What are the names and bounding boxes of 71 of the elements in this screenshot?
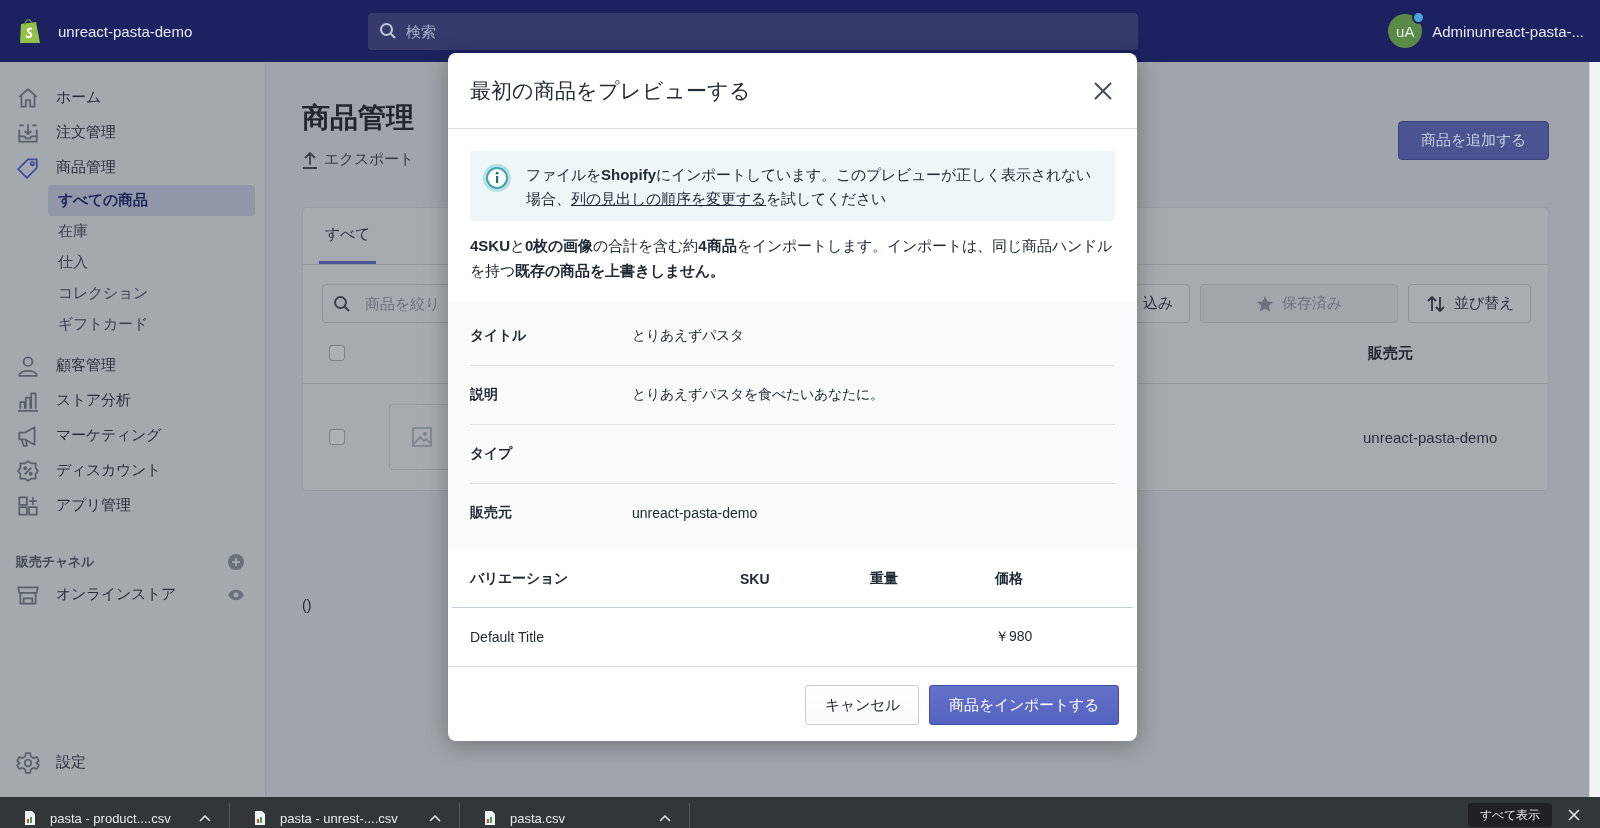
search-icon [333, 294, 351, 313]
field-value: とりあえずパスタを食べたいあなたに。 [632, 386, 885, 404]
checkbox[interactable] [329, 429, 345, 445]
page-title: 商品管理 [302, 101, 414, 135]
settings-icon [16, 750, 40, 775]
notification-dot [1412, 11, 1426, 24]
file-icon [24, 810, 36, 826]
table-cell-text: unreact-pasta-demo [1363, 428, 1499, 446]
column-header: バリエーション [470, 569, 569, 588]
nav-item[interactable]: 商品管理 [16, 150, 255, 185]
field-label: 説明 [470, 386, 499, 404]
shopping-bag-icon[interactable] [18, 17, 42, 45]
nav-item[interactable]: 顧客管理 [16, 348, 255, 383]
nav-subitem[interactable]: 仕入 [48, 247, 255, 278]
nav-item[interactable]: アプリ管理 [16, 488, 255, 523]
info-message: ファイルをShopifyにインポートしています。このプレビューが正しく表示されない場合、列の見出しの順序を変更する を試してください [526, 165, 1092, 209]
nav-item[interactable]: オンラインストア [16, 577, 176, 612]
nav-item[interactable]: 注文管理 [16, 115, 255, 150]
star-icon [1256, 294, 1274, 313]
field-label: タイトル [470, 327, 527, 345]
search-field[interactable]: 検索 [368, 12, 1138, 50]
download-item[interactable]: pasta - product....csv [0, 803, 230, 828]
file-icon [254, 810, 266, 826]
nav-item[interactable]: ストア分析 [16, 383, 255, 418]
column-header: 価格 [995, 569, 1024, 588]
download-item[interactable]: pasta.csv [460, 803, 690, 828]
image-icon [411, 426, 433, 448]
download-item[interactable]: pasta - unrest-....csv [230, 803, 460, 828]
caret-icon[interactable] [199, 814, 211, 822]
nav-subitem[interactable]: ギフトカード [48, 309, 255, 340]
column-header: 重量 [870, 569, 899, 588]
field-label: 販売元 [470, 504, 513, 522]
import-summary: 4SKUと0枚の画像の合計を含む約4商品をインポートします。インポートは、同じ商品ハンドルを持つ既存の商品を上書きしません。 [470, 236, 1113, 281]
field-label: タイプ [470, 445, 514, 463]
link[interactable]: 列の見出しの順序を変更する [571, 190, 766, 207]
export-link[interactable]: エクスポート [302, 150, 414, 169]
dialog-title: 最初の商品をプレビューする [470, 77, 751, 104]
info-icon [482, 163, 512, 193]
field-value: とりあえずパスタ [632, 327, 745, 345]
caret-icon[interactable] [659, 814, 671, 822]
close-icon[interactable] [1568, 809, 1580, 821]
avatar[interactable]: uA [1388, 14, 1423, 48]
import-button[interactable]: 商品をインポートする [929, 685, 1119, 725]
scrollbar[interactable] [1589, 62, 1600, 797]
nav-subitem[interactable]: 在庫 [48, 216, 255, 247]
table-cell-text: Default Title [470, 629, 545, 645]
search-icon [379, 22, 397, 40]
nav-item[interactable]: マーケティング [16, 418, 255, 453]
table-cell-text: ￥980 [995, 628, 1034, 646]
sort-icon [1425, 294, 1446, 313]
section-heading: 販売チャネル [16, 553, 94, 571]
caret-icon[interactable] [429, 814, 441, 822]
nav-subitem[interactable]: すべての商品 [48, 185, 255, 216]
field-value: unreact-pasta-demo [632, 505, 759, 521]
file-icon [484, 810, 496, 826]
add-product-button[interactable]: 商品を追加する [1398, 121, 1549, 160]
show-all-button[interactable]: すべて表示 [1468, 803, 1552, 827]
checkbox[interactable] [329, 345, 345, 361]
nav-subitem[interactable]: コレクション [48, 278, 255, 309]
nav-item[interactable]: 設定 [16, 745, 255, 780]
column-header: 販売元 [1368, 343, 1414, 363]
store-name: unreact-pasta-demo [58, 22, 194, 40]
account-name[interactable]: Adminunreact-pasta-... [1432, 22, 1584, 40]
cancel-button[interactable]: キャンセル [805, 685, 919, 725]
nav-item[interactable]: ホーム [16, 80, 255, 115]
sort-button[interactable]: 並び替え [1408, 284, 1531, 323]
nav-item[interactable]: ディスカウント [16, 453, 255, 488]
tab[interactable]: すべて [319, 208, 376, 264]
column-header: SKU [740, 570, 771, 587]
upload-icon [302, 150, 318, 169]
footer-note: () [302, 597, 312, 613]
